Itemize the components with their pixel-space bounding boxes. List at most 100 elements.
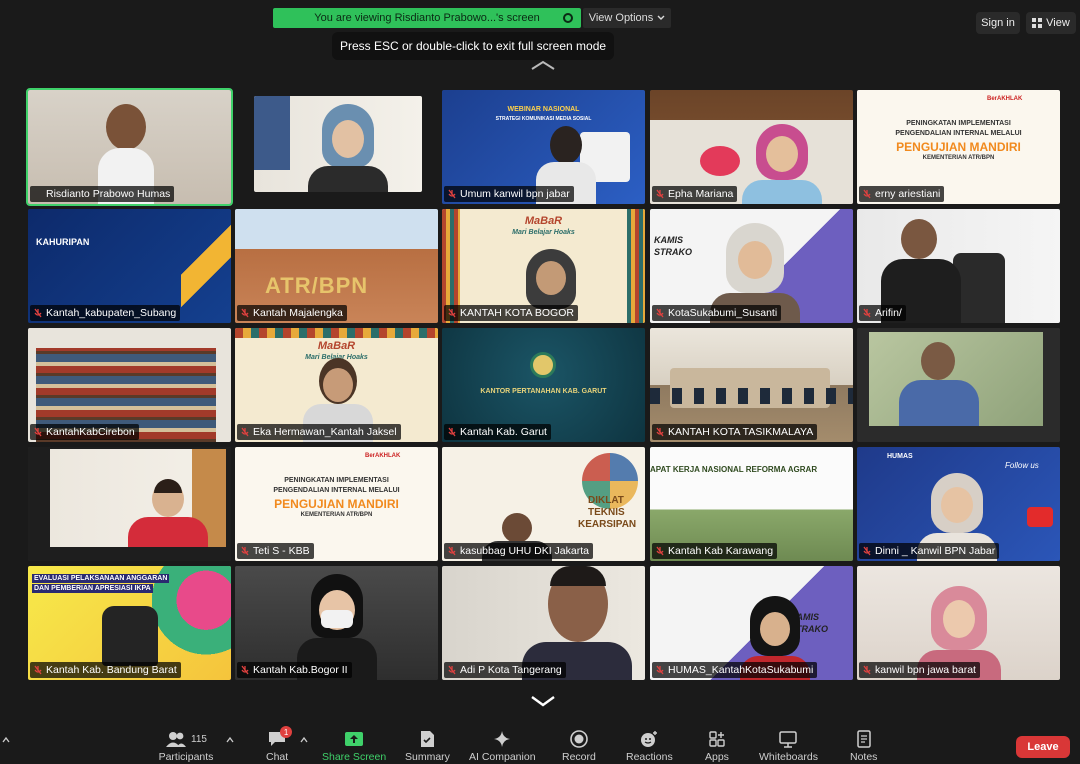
sparkle-icon xyxy=(494,731,511,747)
fullscreen-tooltip: Press ESC or double-click to exit full s… xyxy=(332,32,614,60)
muted-mic-icon xyxy=(34,427,42,437)
share-screen-button[interactable]: Share Screen xyxy=(322,730,386,764)
status-dot-icon xyxy=(563,13,573,23)
slide-title: APAT KERJA NASIONAL REFORMA AGRAR xyxy=(650,465,818,474)
participant-name: Risdianto Prabowo Humas xyxy=(30,186,175,202)
chat-button[interactable]: 1 Chat xyxy=(266,726,293,764)
chevron-down-icon xyxy=(657,15,665,20)
participant-video xyxy=(742,124,822,204)
muted-mic-icon xyxy=(34,665,42,675)
ai-companion-button[interactable]: AI Companion xyxy=(469,730,536,764)
video-tile[interactable]: KantahKabCirebon xyxy=(28,328,231,442)
video-tile[interactable]: Adi P Kota Tangerang xyxy=(442,566,645,680)
participant-name: KantahKabCirebon xyxy=(30,424,139,440)
share-screen-label: Share Screen xyxy=(322,751,387,763)
video-tile[interactable]: WEBINAR NASIONAL STRATEGI KOMUNIKASI MED… xyxy=(442,90,645,204)
muted-mic-icon xyxy=(241,308,249,318)
sign-in-label: Sign in xyxy=(981,17,1015,29)
video-tile[interactable]: Epha Mariana xyxy=(650,90,853,204)
video-tile[interactable]: kanwil bpn jawa barat xyxy=(857,566,1060,680)
apps-icon xyxy=(709,731,725,747)
video-tile[interactable]: KAHURIPAN Kantah_kabupaten_Subang xyxy=(28,209,231,323)
video-tile[interactable]: Arifin/ xyxy=(857,209,1060,323)
participant-name: KANTAH KOTA BOGOR xyxy=(444,305,578,321)
notes-button[interactable]: Notes xyxy=(850,730,877,764)
video-tile[interactable]: BerAKHLAK PENINGKATAN IMPLEMENTASI PENGE… xyxy=(235,447,438,561)
participant-name: Kantah Kab. Bandung Barat xyxy=(30,662,181,678)
video-tile[interactable]: BerAKHLAK PENINGKATAN IMPLEMENTASI PENGE… xyxy=(857,90,1060,204)
participants-button[interactable]: 115 Participants xyxy=(156,730,216,764)
video-tile[interactable]: MaBaR Mari Belajar Hoaks KANTAH KOTA BOG… xyxy=(442,209,645,323)
video-tile[interactable]: APAT KERJA NASIONAL REFORMA AGRAR Kantah… xyxy=(650,447,853,561)
video-tile[interactable]: ATR/BPN Kantah Majalengka xyxy=(235,209,438,323)
video-tile[interactable]: KAMIS STRAKO HUMAS_KantahKotaSukabumi xyxy=(650,566,853,680)
participant-name: KotaSukabumi_Susanti xyxy=(652,305,782,321)
slide-subtitle: Mari Belajar Hoaks xyxy=(512,229,575,236)
chevron-down-icon[interactable] xyxy=(530,694,556,708)
video-tile[interactable]: KAMIS STRAKO KotaSukabumi_Susanti xyxy=(650,209,853,323)
slide-logo-text: BerAKHLAK xyxy=(365,453,401,459)
slide-title: HUMAS xyxy=(887,453,913,460)
participant-name: kanwil bpn jawa barat xyxy=(859,662,980,678)
chevron-up-icon[interactable] xyxy=(300,736,308,744)
participant-name: Adi P Kota Tangerang xyxy=(444,662,566,678)
video-tile[interactable]: MaBaR Mari Belajar Hoaks Eka Hermawan_Ka… xyxy=(235,328,438,442)
fullscreen-tooltip-text: Press ESC or double-click to exit full s… xyxy=(339,39,607,53)
slide-title: TEKNIS xyxy=(588,507,625,518)
video-tile[interactable] xyxy=(28,447,231,561)
participant-name: KANTAH KOTA TASIKMALAYA xyxy=(652,424,818,440)
participant-name: Epha Mariana xyxy=(652,186,738,202)
muted-mic-icon xyxy=(656,308,664,318)
chevron-up-icon[interactable] xyxy=(2,736,10,744)
participant-name: Umum kanwil bpn jabar xyxy=(444,186,574,202)
zoom-meeting-window: You are viewing Risdianto Prabowo...'s s… xyxy=(0,0,1080,764)
slide-title: STRAKO xyxy=(654,247,692,257)
slide-title: PENGENDALIAN INTERNAL MELALUI xyxy=(895,130,1022,137)
viewing-banner: You are viewing Risdianto Prabowo...'s s… xyxy=(273,8,581,28)
slide-title: PENGUJIAN MANDIRI xyxy=(274,497,399,511)
video-tile[interactable]: DIKLAT TEKNIS KEARSIPAN kasubbag UHU DKI… xyxy=(442,447,645,561)
muted-mic-icon xyxy=(448,546,456,556)
video-tile[interactable]: EVALUASI PELAKSANAAN ANGGARAN DAN PEMBER… xyxy=(28,566,231,680)
video-tile[interactable]: Risdianto Prabowo Humas xyxy=(26,88,233,206)
record-button[interactable]: Record xyxy=(562,730,596,764)
video-tile[interactable]: KANTAH KOTA TASIKMALAYA xyxy=(650,328,853,442)
apps-button[interactable]: Apps xyxy=(705,730,729,764)
summary-button[interactable]: Summary xyxy=(405,730,450,764)
sign-in-button[interactable]: Sign in xyxy=(976,12,1020,34)
muted-mic-icon xyxy=(448,427,456,437)
whiteboards-button[interactable]: Whiteboards xyxy=(759,730,818,764)
video-tile[interactable]: HUMAS Follow us Dinni _ Kanwil BPN Jabar xyxy=(857,447,1060,561)
participant-video xyxy=(128,479,208,547)
slide-title: KEARSIPAN xyxy=(578,519,637,530)
participants-label: Participants xyxy=(158,751,214,763)
muted-mic-icon xyxy=(863,665,871,675)
participant-name: Kantah Majalengka xyxy=(237,305,347,321)
muted-mic-icon xyxy=(241,546,249,556)
video-tile[interactable]: Kantah Kab.Bogor II xyxy=(235,566,438,680)
leave-button[interactable]: Leave xyxy=(1016,736,1070,758)
video-tile[interactable]: KANTOR PERTANAHAN KAB. GARUT Kantah Kab.… xyxy=(442,328,645,442)
video-tile[interactable] xyxy=(857,328,1060,442)
view-options-button[interactable]: View Options xyxy=(583,8,671,28)
video-tile[interactable] xyxy=(254,96,422,192)
notes-icon xyxy=(856,730,871,748)
muted-mic-icon xyxy=(656,427,664,437)
slide-subtitle: KEMENTERIAN ATR/BPN xyxy=(300,512,373,518)
chevron-up-icon[interactable] xyxy=(530,60,556,70)
record-label: Record xyxy=(562,751,596,763)
chat-label: Chat xyxy=(266,751,289,763)
view-button[interactable]: View xyxy=(1026,12,1076,34)
ai-companion-label: AI Companion xyxy=(469,751,536,763)
slide-subtitle: KEMENTERIAN ATR/BPN xyxy=(922,155,995,161)
view-options-label: View Options xyxy=(588,12,654,24)
whiteboard-icon xyxy=(779,731,798,748)
participant-video xyxy=(308,104,388,192)
participant-name: Kantah_kabupaten_Subang xyxy=(30,305,181,321)
slide-title: PENGENDALIAN INTERNAL MELALUI xyxy=(273,487,400,494)
slide-title: DAN PEMBERIAN APRESIASI IKPA xyxy=(32,584,153,593)
reactions-icon xyxy=(641,731,658,747)
chevron-up-icon[interactable] xyxy=(226,736,234,744)
grid-view-icon xyxy=(1032,18,1043,28)
reactions-button[interactable]: Reactions xyxy=(626,730,673,764)
